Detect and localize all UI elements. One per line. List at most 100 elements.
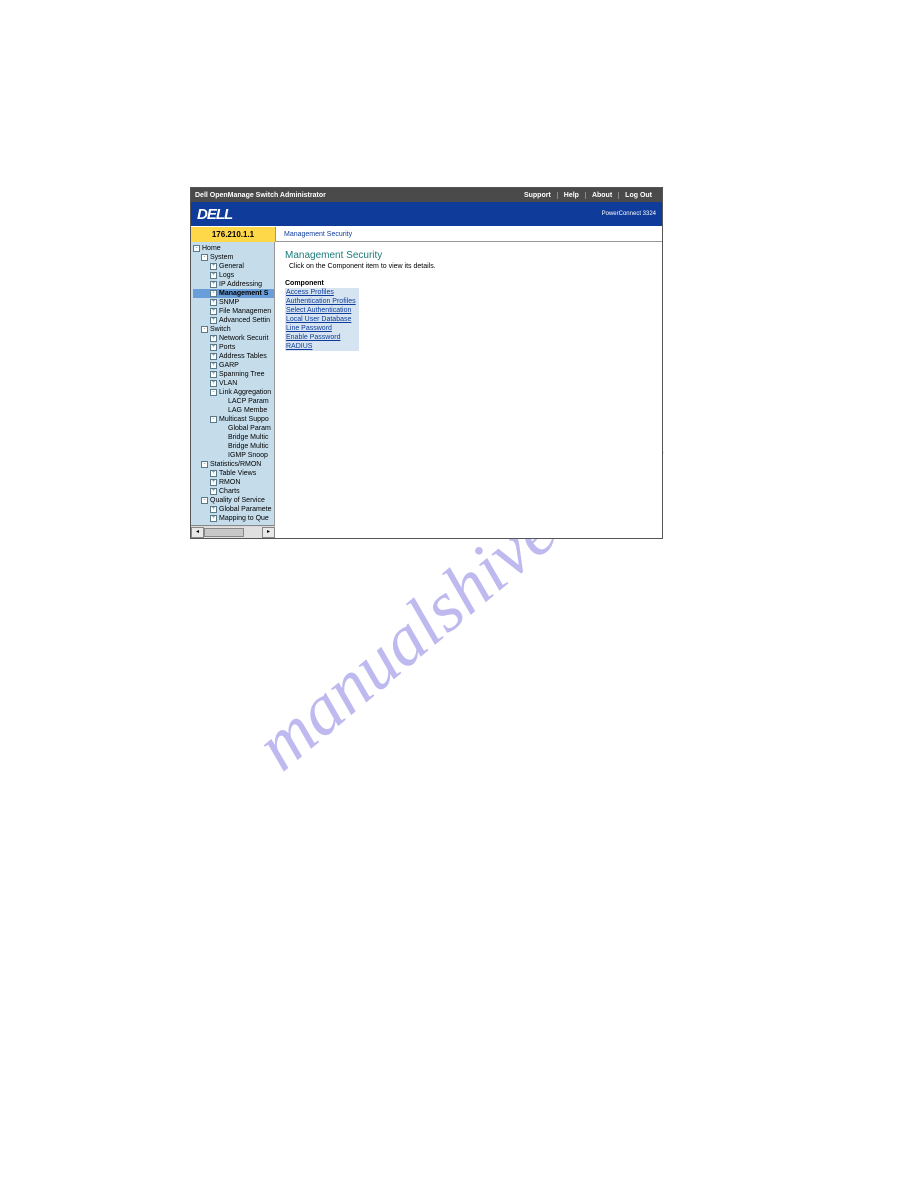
ip-address: 176.210.1.1 <box>191 227 275 242</box>
tree-label: GARP <box>219 362 239 369</box>
tree-label: IGMP Snoop <box>228 452 268 459</box>
scroll-thumb[interactable] <box>204 528 244 537</box>
tree-connector-icon <box>219 407 226 414</box>
tree-node[interactable]: +RMON <box>193 478 274 487</box>
tree-node[interactable]: +Spanning Tree <box>193 370 274 379</box>
tree-label: Logs <box>219 272 234 279</box>
collapse-icon[interactable]: - <box>201 461 208 468</box>
tree-node[interactable]: -System <box>193 253 274 262</box>
tree-label: Quality of Service <box>210 497 265 504</box>
expand-icon[interactable]: + <box>210 308 217 315</box>
expand-icon[interactable]: + <box>210 362 217 369</box>
scroll-left-icon[interactable]: ◂ <box>191 527 204 538</box>
link-about[interactable]: About <box>585 192 618 199</box>
collapse-icon[interactable]: - <box>201 254 208 261</box>
expand-icon[interactable]: + <box>210 344 217 351</box>
component-link[interactable]: Access Profiles <box>285 288 359 297</box>
link-support[interactable]: Support <box>518 192 557 199</box>
expand-icon[interactable]: + <box>210 380 217 387</box>
tree-label: Table Views <box>219 470 256 477</box>
link-logout[interactable]: Log Out <box>618 192 658 199</box>
tree-node[interactable]: +IP Addressing <box>193 280 274 289</box>
component-link[interactable]: Select Authentication <box>285 306 359 315</box>
expand-icon[interactable]: + <box>210 353 217 360</box>
expand-icon[interactable]: + <box>210 506 217 513</box>
tree-node[interactable]: LACP Param <box>193 397 274 406</box>
tree-node[interactable]: +Network Securit <box>193 334 274 343</box>
expand-icon[interactable]: + <box>210 263 217 270</box>
collapse-icon[interactable]: - <box>210 389 217 396</box>
tree-label: Multicast Suppo <box>219 416 269 423</box>
tree-label: Advanced Settin <box>219 317 270 324</box>
expand-icon[interactable]: + <box>210 299 217 306</box>
expand-icon[interactable]: + <box>210 488 217 495</box>
expand-icon[interactable]: + <box>210 335 217 342</box>
tree-node[interactable]: Bridge Multic <box>193 442 274 451</box>
component-link[interactable]: Authentication Profiles <box>285 297 359 306</box>
tree-node[interactable]: -Statistics/RMON <box>193 460 274 469</box>
component-header: Component <box>285 280 652 287</box>
tree-node[interactable]: +SNMP <box>193 298 274 307</box>
tree-label: Link Aggregation <box>219 389 271 396</box>
tree-node[interactable]: -Multicast Suppo <box>193 415 274 424</box>
tree-node[interactable]: +Logs <box>193 271 274 280</box>
collapse-icon[interactable]: - <box>201 326 208 333</box>
tree-node[interactable]: -Management S <box>193 289 274 298</box>
tree-node[interactable]: -Quality of Service <box>193 496 274 505</box>
title-bar: Dell OpenManage Switch Administrator Sup… <box>191 188 662 202</box>
tree-node[interactable]: -Switch <box>193 325 274 334</box>
tree-label: Home <box>202 245 221 252</box>
tree-label: VLAN <box>219 380 237 387</box>
tree-node[interactable]: +General <box>193 262 274 271</box>
tree-node[interactable]: -Home <box>193 244 274 253</box>
tree-node[interactable]: +Mapping to Que <box>193 514 274 523</box>
nav-tree[interactable]: -Home-System+General+Logs+IP Addressing-… <box>191 242 275 525</box>
link-help[interactable]: Help <box>557 192 585 199</box>
expand-icon[interactable]: + <box>210 281 217 288</box>
component-list: Access ProfilesAuthentication ProfilesSe… <box>285 288 652 351</box>
expand-icon[interactable]: + <box>210 371 217 378</box>
page-title: Management Security <box>285 250 652 261</box>
expand-icon[interactable]: + <box>210 515 217 522</box>
collapse-icon[interactable]: - <box>201 497 208 504</box>
tree-node[interactable]: LAG Membe <box>193 406 274 415</box>
tree-node[interactable]: +Table Views <box>193 469 274 478</box>
tree-connector-icon <box>219 434 226 441</box>
component-link[interactable]: Line Password <box>285 324 359 333</box>
scroll-right-icon[interactable]: ▸ <box>262 527 275 538</box>
tree-node[interactable]: +Charts <box>193 487 274 496</box>
tree-node[interactable]: +Advanced Settin <box>193 316 274 325</box>
collapse-icon[interactable]: - <box>210 290 217 297</box>
expand-icon[interactable]: + <box>210 272 217 279</box>
collapse-icon[interactable]: - <box>193 245 200 252</box>
h-scrollbar[interactable]: ◂ ▸ <box>191 525 275 538</box>
app-title: Dell OpenManage Switch Administrator <box>195 192 326 199</box>
tree-label: Bridge Multic <box>228 443 268 450</box>
tree-label: System <box>210 254 233 261</box>
tree-node[interactable]: Bridge Multic <box>193 433 274 442</box>
tree-label: Network Securit <box>219 335 268 342</box>
title-links: Support Help About Log Out <box>518 192 658 199</box>
expand-icon[interactable]: + <box>210 479 217 486</box>
expand-icon[interactable]: + <box>210 470 217 477</box>
expand-icon[interactable]: + <box>210 317 217 324</box>
tree-node[interactable]: IGMP Snoop <box>193 451 274 460</box>
tree-node[interactable]: +VLAN <box>193 379 274 388</box>
tree-label: LAG Membe <box>228 407 267 414</box>
collapse-icon[interactable]: - <box>210 416 217 423</box>
tree-connector-icon <box>219 443 226 450</box>
tree-node[interactable]: Global Param <box>193 424 274 433</box>
tree-label: IP Addressing <box>219 281 262 288</box>
component-link[interactable]: RADIUS <box>285 342 359 351</box>
scroll-track[interactable] <box>204 527 262 538</box>
component-link[interactable]: Enable Password <box>285 333 359 342</box>
tree-node[interactable]: +GARP <box>193 361 274 370</box>
tree-node[interactable]: +Global Paramete <box>193 505 274 514</box>
tree-node[interactable]: +Address Tables <box>193 352 274 361</box>
tree-label: RMON <box>219 479 240 486</box>
app-window: Dell OpenManage Switch Administrator Sup… <box>190 187 663 539</box>
tree-node[interactable]: -Link Aggregation <box>193 388 274 397</box>
tree-node[interactable]: +Ports <box>193 343 274 352</box>
component-link[interactable]: Local User Database <box>285 315 359 324</box>
tree-node[interactable]: +File Managemen <box>193 307 274 316</box>
